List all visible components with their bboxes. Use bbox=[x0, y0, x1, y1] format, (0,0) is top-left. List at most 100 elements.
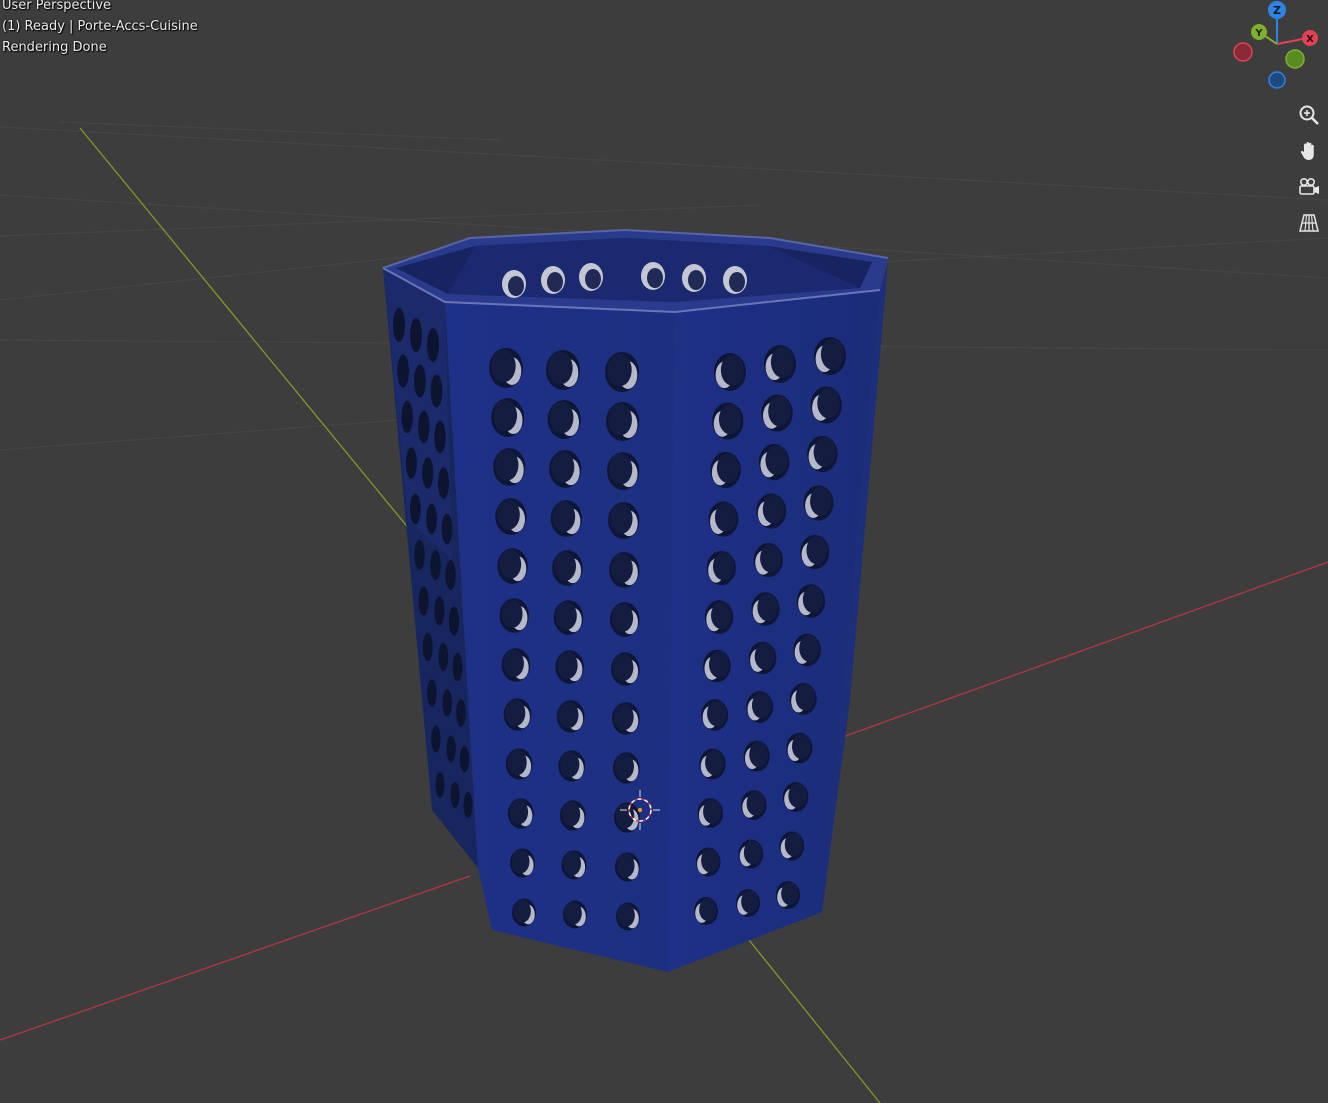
hole-depth bbox=[552, 501, 576, 532]
viewport-nav-buttons bbox=[1294, 100, 1326, 244]
gizmo-z-label: Z bbox=[1273, 4, 1281, 17]
hole-depth bbox=[613, 703, 634, 731]
side-hole bbox=[442, 689, 453, 717]
hole-depth bbox=[791, 733, 811, 760]
hole-depth bbox=[608, 403, 632, 436]
hole-depth bbox=[817, 387, 840, 419]
side-hole bbox=[397, 354, 409, 388]
hole-depth bbox=[701, 848, 719, 873]
hole-depth bbox=[507, 749, 527, 776]
hole-depth bbox=[503, 649, 524, 678]
side-hole bbox=[401, 400, 413, 434]
hole-depth bbox=[499, 549, 522, 579]
hole-depth bbox=[493, 399, 518, 432]
hole-depth bbox=[714, 502, 737, 532]
hole-depth bbox=[768, 395, 791, 427]
side-hole bbox=[435, 772, 445, 798]
gizmo-neg-x[interactable] bbox=[1233, 42, 1253, 62]
hole-depth bbox=[806, 536, 828, 565]
hole-depth bbox=[614, 753, 634, 780]
hole-depth bbox=[561, 801, 581, 827]
gizmo-x-label: X bbox=[1306, 34, 1314, 45]
hole-depth bbox=[712, 552, 734, 581]
hole-depth bbox=[820, 338, 844, 370]
hole-depth bbox=[718, 403, 742, 435]
hole-depth bbox=[754, 643, 775, 670]
hole-depth bbox=[762, 494, 785, 524]
hole-depth bbox=[720, 354, 744, 386]
hole-depth bbox=[555, 601, 577, 630]
side-hole bbox=[459, 745, 470, 773]
side-hole bbox=[448, 606, 460, 636]
gizmo-neg-y[interactable] bbox=[1285, 49, 1305, 69]
pan-hand-icon[interactable] bbox=[1294, 136, 1324, 166]
side-hole bbox=[410, 493, 421, 525]
object-info-label: (1) Ready | Porte-Accs-Cuisine bbox=[2, 19, 198, 34]
side-hole bbox=[410, 318, 422, 352]
side-hole bbox=[437, 467, 450, 499]
hole-depth bbox=[616, 853, 635, 878]
side-hole bbox=[441, 513, 453, 545]
hole-depth bbox=[554, 551, 577, 581]
viewport-scene[interactable] bbox=[0, 0, 1328, 1103]
hole-depth bbox=[788, 783, 807, 808]
side-hole bbox=[405, 447, 417, 479]
gizmo-neg-z[interactable] bbox=[1268, 71, 1286, 89]
hole-depth bbox=[548, 351, 573, 385]
gizmo-y-label: Y bbox=[1254, 28, 1263, 39]
hole-depth bbox=[511, 849, 530, 874]
side-hole bbox=[430, 374, 443, 408]
hole-depth bbox=[612, 653, 634, 682]
hole-depth bbox=[513, 899, 531, 923]
side-hole bbox=[456, 699, 466, 727]
hole-depth bbox=[703, 799, 722, 824]
hole-depth bbox=[495, 449, 519, 481]
hole-depth bbox=[551, 451, 575, 483]
camera-view-icon[interactable] bbox=[1294, 172, 1324, 202]
hole-depth bbox=[497, 499, 520, 530]
side-hole bbox=[434, 420, 446, 454]
hole-depth bbox=[505, 699, 526, 727]
side-hole bbox=[452, 652, 463, 682]
hole-depth bbox=[610, 553, 633, 583]
hole-depth bbox=[705, 749, 724, 776]
hole-depth bbox=[509, 799, 529, 825]
hole-depth bbox=[749, 741, 769, 768]
hole-depth bbox=[711, 601, 732, 630]
hole-depth bbox=[558, 701, 579, 729]
hole-depth bbox=[699, 898, 717, 922]
hole-depth bbox=[611, 603, 634, 632]
render-status-label: Rendering Done bbox=[2, 40, 107, 55]
3d-viewport[interactable]: User Perspective (1) Ready | Porte-Accs-… bbox=[0, 0, 1328, 1103]
side-hole bbox=[430, 550, 441, 580]
side-hole bbox=[450, 782, 460, 808]
hole-depth bbox=[501, 599, 523, 628]
hole-depth bbox=[757, 593, 778, 622]
hole-depth bbox=[609, 453, 633, 485]
hole-depth bbox=[746, 791, 765, 816]
hole-depth bbox=[491, 349, 516, 383]
hole-depth bbox=[799, 635, 820, 662]
hole-depth bbox=[607, 353, 632, 387]
side-hole bbox=[422, 457, 434, 489]
hole-depth bbox=[563, 851, 582, 876]
zoom-icon[interactable] bbox=[1294, 100, 1324, 130]
view-mode-label: User Perspective bbox=[2, 0, 112, 13]
side-hole bbox=[414, 364, 426, 398]
side-hole bbox=[414, 540, 425, 570]
side-hole bbox=[446, 735, 456, 763]
side-hole bbox=[434, 596, 445, 626]
side-hole bbox=[427, 679, 437, 707]
hole-depth bbox=[741, 890, 759, 914]
navigation-gizmo[interactable]: Z Y X bbox=[1228, 0, 1328, 96]
side-hole bbox=[438, 642, 449, 672]
perspective-grid-icon[interactable] bbox=[1294, 208, 1324, 238]
hole-depth bbox=[760, 544, 782, 573]
hole-depth bbox=[813, 437, 836, 468]
hole-depth bbox=[716, 453, 739, 484]
side-hole bbox=[445, 560, 456, 590]
hole-depth bbox=[784, 832, 803, 857]
hole-depth bbox=[549, 401, 574, 434]
hole-depth bbox=[795, 684, 815, 711]
side-hole bbox=[393, 308, 405, 342]
